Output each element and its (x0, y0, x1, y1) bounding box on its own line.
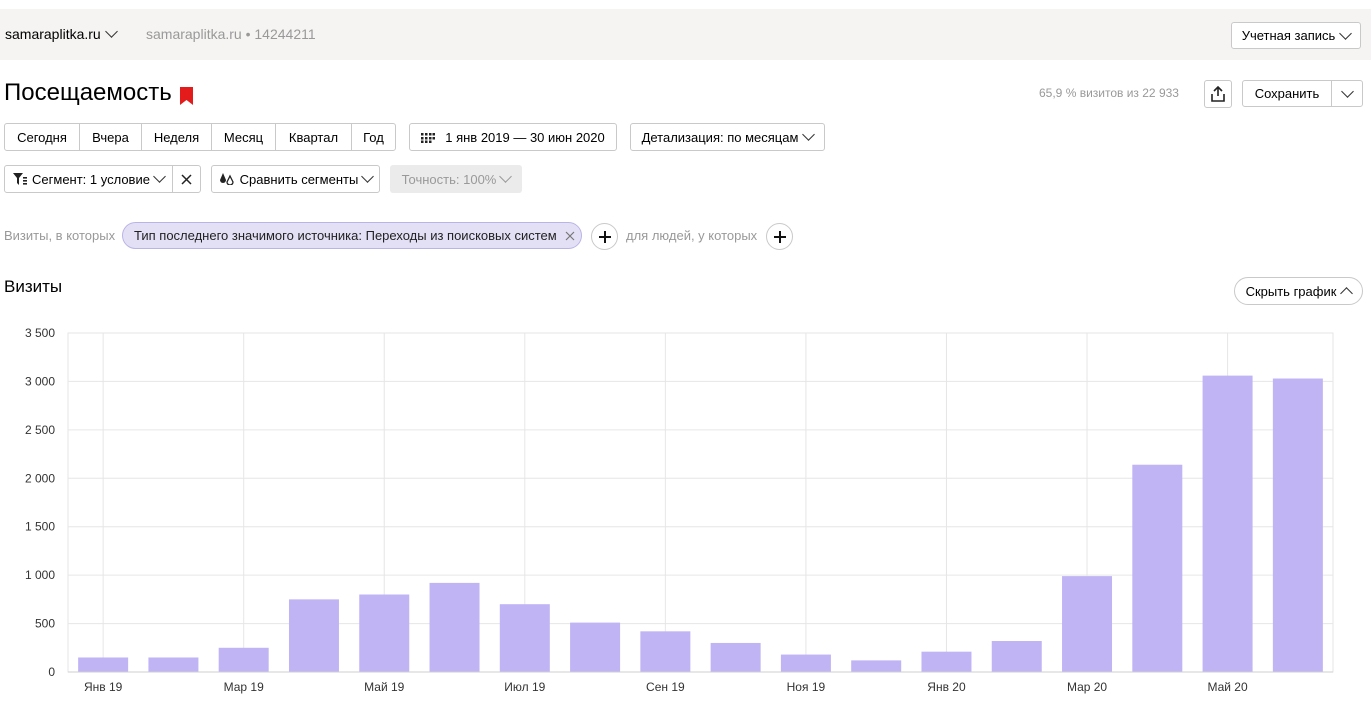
bar (1062, 576, 1113, 672)
filter-chip[interactable]: Тип последнего значимого источника: Пере… (122, 222, 582, 249)
x-tick-label: Мар 20 (1067, 680, 1107, 694)
bar (429, 582, 480, 672)
chevron-down-icon (1340, 84, 1354, 98)
y-tick-label: 3 500 (25, 326, 55, 340)
close-icon (181, 173, 192, 185)
counter-info: samaraplitka.ru • 14244211 (146, 26, 316, 42)
bar (148, 657, 199, 672)
visits-chart: 0 500 1 000 1 500 2 000 2 500 3 000 3 500 Янв 19… (25, 326, 1334, 694)
bar (570, 622, 621, 672)
compare-segments-button[interactable]: Сравнить сегменты (211, 165, 380, 193)
save-button[interactable]: Сохранить (1242, 80, 1332, 107)
bookmark-icon[interactable] (180, 87, 193, 105)
compare-icon (219, 173, 234, 185)
top-bar: samaraplitka.ru samaraplitka.ru • 142442… (0, 9, 1371, 60)
hide-chart-button[interactable]: Скрыть график (1234, 277, 1363, 305)
plus-icon (773, 230, 786, 243)
bar (640, 631, 691, 672)
bar (780, 654, 831, 672)
site-selector[interactable]: samaraplitka.ru (5, 25, 118, 42)
calendar-icon (421, 133, 436, 143)
date-range-button[interactable]: 1 янв 2019 — 30 июн 2020 (409, 123, 617, 151)
accuracy-button[interactable]: Точность: 100% (390, 165, 522, 193)
sample-info: 65,9 % визитов из 22 933 (1039, 86, 1179, 100)
period-week-button[interactable]: Неделя (141, 123, 212, 151)
bar (1202, 375, 1253, 672)
bar (1272, 378, 1323, 672)
add-people-condition-button[interactable] (766, 223, 793, 250)
page-title: Посещаемость (4, 79, 172, 106)
y-tick-label: 1 500 (25, 520, 55, 534)
segment-button[interactable]: Сегмент: 1 условие (4, 165, 173, 193)
bar (288, 599, 339, 672)
account-label: Учетная запись (1241, 28, 1336, 43)
x-tick-label: Ноя 19 (787, 680, 826, 694)
hide-chart-label: Скрыть график (1245, 283, 1337, 299)
period-month-button[interactable]: Месяц (211, 123, 276, 151)
x-tick-label: Май 19 (364, 680, 405, 694)
segment-clear-button[interactable] (172, 165, 201, 193)
bar (710, 642, 761, 672)
x-tick-label: Янв 20 (927, 680, 966, 694)
x-tick-label: Мар 19 (224, 680, 264, 694)
chart-title: Визиты (4, 277, 63, 296)
filter-chip-label: Тип последнего значимого источника: Пере… (134, 228, 557, 243)
add-visit-condition-button[interactable] (591, 223, 618, 250)
compare-label: Сравнить сегменты (239, 171, 359, 187)
y-tick-label: 2 000 (25, 471, 55, 485)
y-tick-label: 1 000 (25, 568, 55, 582)
period-year-button[interactable]: Год (351, 123, 396, 151)
y-tick-label: 0 (48, 665, 55, 679)
account-button[interactable]: Учетная запись (1231, 22, 1361, 49)
bar (921, 651, 972, 672)
y-tick-label: 500 (35, 617, 55, 631)
x-tick-label: Янв 19 (84, 680, 123, 694)
bar (359, 594, 410, 672)
bar (499, 604, 550, 672)
chevron-down-icon (802, 128, 816, 141)
y-tick-label: 2 500 (25, 423, 55, 437)
x-tick-label: Сен 19 (646, 680, 685, 694)
share-button[interactable] (1204, 80, 1232, 108)
bar (991, 641, 1042, 672)
chevron-down-icon (499, 170, 513, 183)
chevron-up-icon (1340, 286, 1354, 300)
chevron-down-icon (153, 170, 166, 183)
site-name: samaraplitka.ru (5, 26, 101, 42)
y-tick-label: 3 000 (25, 374, 55, 388)
period-yesterday-button[interactable]: Вчера (79, 123, 142, 151)
detail-label: Детализация: по месяцам (641, 129, 799, 145)
chevron-down-icon (361, 170, 375, 183)
chevron-down-icon (1339, 26, 1353, 40)
x-tick-label: Май 20 (1207, 680, 1248, 694)
save-options-button[interactable] (1331, 80, 1363, 107)
period-selector: Сегодня Вчера Неделя Месяц Квартал Год (4, 123, 396, 151)
period-today-button[interactable]: Сегодня (4, 123, 80, 151)
period-quarter-button[interactable]: Квартал (275, 123, 352, 151)
people-prefix: для людей, у которых (626, 228, 758, 243)
bar (78, 657, 129, 672)
plus-icon (598, 230, 611, 243)
accuracy-label: Точность: 100% (401, 171, 497, 187)
chevron-down-icon (104, 25, 118, 38)
visits-prefix: Визиты, в которых (4, 228, 116, 243)
bar (851, 660, 902, 672)
bar (218, 647, 269, 672)
chip-close-icon[interactable] (565, 231, 575, 241)
share-icon (1211, 86, 1225, 102)
detail-button[interactable]: Детализация: по месяцам (630, 123, 825, 151)
date-range-label: 1 янв 2019 — 30 июн 2020 (445, 129, 605, 145)
filter-icon (13, 173, 28, 185)
segment-label: Сегмент: 1 условие (32, 171, 150, 187)
x-tick-label: Июл 19 (504, 680, 545, 694)
bar (1132, 464, 1183, 672)
